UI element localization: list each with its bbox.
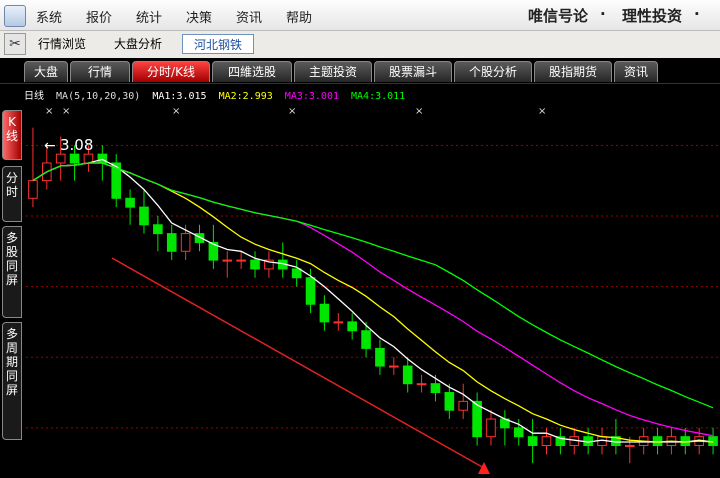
- left-arrow-icon: ←: [44, 138, 56, 154]
- cross-signal-icon: ×: [415, 106, 423, 117]
- ma1-line: [32, 158, 714, 443]
- cross-signal-icon: ×: [538, 106, 546, 117]
- candle-up[interactable]: [389, 365, 399, 368]
- candle-up[interactable]: [28, 180, 38, 199]
- cross-signal-icon: ×: [45, 106, 53, 117]
- candle-down[interactable]: [652, 436, 663, 447]
- candle-up[interactable]: [333, 321, 344, 324]
- candle-up[interactable]: [236, 259, 246, 262]
- candle-down[interactable]: [125, 197, 135, 208]
- price-annotation: 3.08: [60, 136, 93, 154]
- candle-up[interactable]: [458, 400, 469, 411]
- candle-down[interactable]: [319, 303, 330, 323]
- cross-signal-icon: ×: [62, 106, 70, 117]
- candle-down[interactable]: [166, 233, 177, 252]
- candle-down[interactable]: [513, 427, 524, 438]
- candle-down[interactable]: [361, 330, 371, 349]
- candle-down[interactable]: [250, 259, 260, 270]
- candle-down[interactable]: [153, 224, 163, 235]
- candle-up[interactable]: [55, 153, 66, 164]
- candle-down[interactable]: [291, 268, 302, 279]
- ma4-line: [32, 162, 714, 409]
- down-arrow-marker: [478, 462, 490, 474]
- candle-up[interactable]: [222, 259, 233, 262]
- cross-signal-icon: ×: [172, 106, 180, 117]
- candle-up[interactable]: [624, 445, 635, 448]
- candle-down[interactable]: [375, 347, 385, 367]
- ma3-line: [32, 162, 714, 437]
- candle-down[interactable]: [430, 383, 441, 394]
- candle-down[interactable]: [69, 153, 80, 164]
- candle-up[interactable]: [486, 418, 496, 438]
- candle-up[interactable]: [541, 436, 552, 447]
- kline-chart[interactable]: × × × × × × ← 3.08: [0, 0, 720, 478]
- candle-down[interactable]: [402, 365, 413, 385]
- candle-down[interactable]: [347, 321, 357, 332]
- candle-up[interactable]: [416, 383, 427, 386]
- cross-signal-icon: ×: [288, 106, 296, 117]
- ma2-line: [32, 162, 714, 443]
- candle-down[interactable]: [527, 436, 538, 447]
- candle-up[interactable]: [180, 233, 191, 252]
- candle-down[interactable]: [139, 206, 149, 226]
- candle-down[interactable]: [444, 392, 455, 411]
- candle-down[interactable]: [305, 277, 316, 305]
- trend-line: [111, 257, 485, 469]
